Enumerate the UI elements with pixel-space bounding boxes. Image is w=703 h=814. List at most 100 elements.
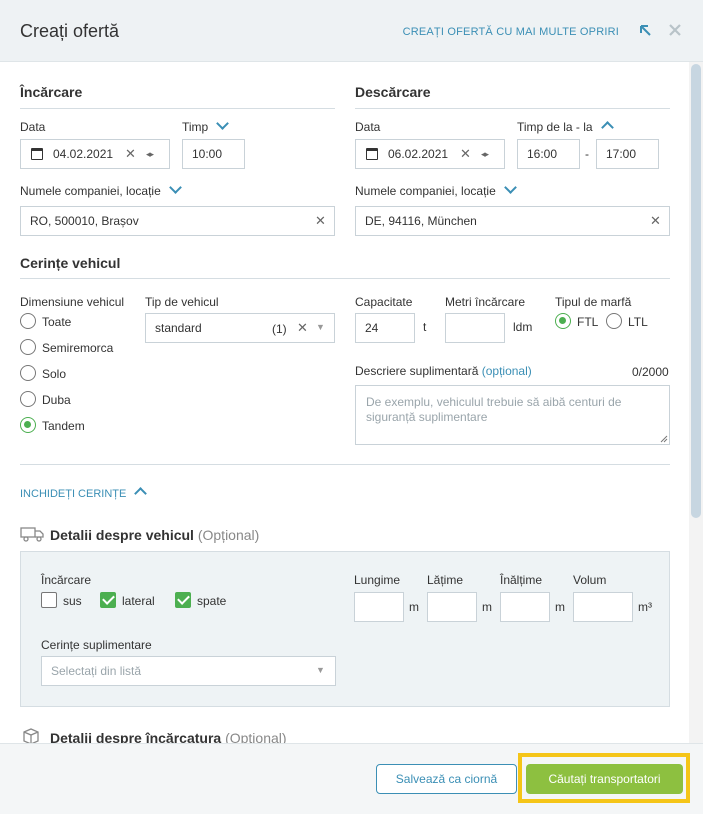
chevron-down-icon[interactable] xyxy=(168,181,182,194)
loading-meters-input[interactable] xyxy=(445,313,505,343)
loading-company-label-text: Numele companiei, locație xyxy=(20,184,161,198)
description-label: Descriere suplimentară (opțional) xyxy=(355,364,532,378)
checkbox-label: lateral xyxy=(122,594,155,608)
vehicle-details-heading: Detalii despre vehicul (Opțional) xyxy=(50,527,259,543)
checkbox-side-loading[interactable] xyxy=(100,592,116,608)
extra-requirements-label: Cerințe suplimentare xyxy=(41,638,152,652)
radio-label: Semiremorca xyxy=(42,341,114,355)
loading-side-label: Încărcare xyxy=(41,573,92,587)
package-icon xyxy=(23,728,39,744)
loading-time-label-text: Timp xyxy=(182,120,209,134)
clear-icon[interactable]: ✕ xyxy=(315,213,326,229)
chevron-down-icon[interactable] xyxy=(503,181,517,194)
length-input[interactable] xyxy=(354,592,404,622)
loading-section-title: Încărcare xyxy=(20,84,83,100)
clear-icon[interactable]: ✕ xyxy=(650,213,661,229)
checkbox-rear-loading[interactable] xyxy=(175,592,191,608)
date-stepper-icon[interactable]: ◂▸ xyxy=(146,149,154,160)
height-label: Înălțime xyxy=(500,573,543,587)
radio-freight-ltl[interactable] xyxy=(606,313,622,329)
unit-m3: m³ xyxy=(638,600,652,614)
unit-m: m xyxy=(409,600,419,614)
unloading-time-label: Timp de la - la xyxy=(517,120,614,134)
toggle-requirements-text: INCHIDEȚI CERINȚE xyxy=(20,488,127,500)
unit-m: m xyxy=(482,600,492,614)
vehicle-requirements-title: Cerințe vehicul xyxy=(20,255,121,271)
description-counter: 0/2000 xyxy=(632,365,669,379)
capacity-input[interactable]: 24 xyxy=(355,313,415,343)
scrollbar-thumb[interactable] xyxy=(691,64,701,518)
capacity-unit: t xyxy=(423,320,427,334)
radio-label: FTL xyxy=(577,315,599,329)
checkbox-top-loading[interactable] xyxy=(41,592,57,608)
resize-handle-icon[interactable] xyxy=(660,435,668,443)
unloading-date-label: Data xyxy=(355,120,381,134)
vehicle-type-value: standard xyxy=(155,321,202,335)
clear-icon[interactable]: ✕ xyxy=(460,146,471,162)
vehicle-type-count: (1) xyxy=(272,322,287,336)
freight-type-label: Tipul de marfă xyxy=(555,295,632,309)
radio-size-all[interactable] xyxy=(20,313,36,329)
checkbox-label: spate xyxy=(197,594,227,608)
volume-input[interactable] xyxy=(573,592,633,622)
date-stepper-icon[interactable]: ◂▸ xyxy=(481,149,489,160)
loading-meters-unit: ldm xyxy=(513,320,533,334)
width-label: Lățime xyxy=(427,573,464,587)
radio-size-semitrailer[interactable] xyxy=(20,339,36,355)
truck-icon xyxy=(20,527,44,542)
radio-size-solo[interactable] xyxy=(20,365,36,381)
description-textarea[interactable]: De exemplu, vehiculul trebuie să aibă ce… xyxy=(355,385,670,445)
radio-label: Solo xyxy=(42,367,67,381)
radio-label: Toate xyxy=(42,315,72,329)
vehicle-details-title: Detalii despre vehicul xyxy=(50,527,194,543)
extra-requirements-select[interactable]: Selectați din listă xyxy=(41,656,336,686)
unloading-section-title: Descărcare xyxy=(355,84,431,100)
chevron-up-icon xyxy=(134,487,148,500)
search-carriers-button[interactable]: Căutați transportatori xyxy=(526,764,683,794)
toggle-requirements-link[interactable]: INCHIDEȚI CERINȚE xyxy=(20,487,148,500)
capacity-label: Capacitate xyxy=(355,295,413,309)
clear-icon[interactable]: ✕ xyxy=(297,320,308,336)
loading-meters-label: Metri încărcare xyxy=(445,295,526,309)
radio-freight-ftl[interactable] xyxy=(555,313,571,329)
unloading-company-input[interactable]: DE, 94116, München xyxy=(355,206,670,236)
loading-date-label: Data xyxy=(20,120,46,134)
loading-company-label: Numele companiei, locație xyxy=(20,181,182,198)
radio-size-tandem[interactable] xyxy=(20,417,36,433)
dropdown-arrow-icon[interactable]: ▼ xyxy=(316,322,325,332)
chevron-up-icon[interactable] xyxy=(600,121,614,134)
radio-label: LTL xyxy=(628,315,648,329)
multi-stop-offer-link[interactable]: CREAȚI OFERTĂ CU MAI MULTE OPRIRI xyxy=(403,26,619,38)
divider xyxy=(20,464,670,465)
height-input[interactable] xyxy=(500,592,550,622)
radio-label: Tandem xyxy=(42,419,85,433)
width-input[interactable] xyxy=(427,592,477,622)
unloading-time-label-text: Timp de la - la xyxy=(517,120,593,134)
radio-size-van[interactable] xyxy=(20,391,36,407)
calendar-icon[interactable] xyxy=(31,148,43,160)
modal-title: Creați ofertă xyxy=(20,21,120,41)
radio-label: Duba xyxy=(42,393,71,407)
volume-label: Volum xyxy=(573,573,607,587)
loading-time-input[interactable]: 10:00 xyxy=(182,139,245,169)
length-label: Lungime xyxy=(354,573,401,587)
description-optional-tag: (opțional) xyxy=(481,364,532,378)
save-draft-button[interactable]: Salvează ca ciornă xyxy=(376,764,517,794)
unit-m: m xyxy=(555,600,565,614)
close-icon[interactable] xyxy=(667,22,683,38)
chevron-down-icon[interactable] xyxy=(216,117,230,130)
calendar-icon[interactable] xyxy=(366,148,378,160)
loading-company-input[interactable]: RO, 500010, Brașov xyxy=(20,206,335,236)
unloading-time-from-input[interactable]: 16:00 xyxy=(517,139,580,169)
divider xyxy=(20,278,670,279)
unloading-time-to-input[interactable]: 17:00 xyxy=(596,139,659,169)
time-range-separator: - xyxy=(585,147,589,161)
dropdown-arrow-icon[interactable]: ▼ xyxy=(316,665,325,675)
clear-icon[interactable]: ✕ xyxy=(125,146,136,162)
modal-header: Creați ofertă CREAȚI OFERTĂ CU MAI MULTE… xyxy=(0,0,703,62)
divider xyxy=(355,108,670,109)
vehicle-details-optional: (Opțional) xyxy=(197,527,260,543)
unloading-company-label: Numele companiei, locație xyxy=(355,181,517,198)
unloading-company-label-text: Numele companiei, locație xyxy=(355,184,496,198)
expand-arrow-icon[interactable] xyxy=(637,22,653,38)
